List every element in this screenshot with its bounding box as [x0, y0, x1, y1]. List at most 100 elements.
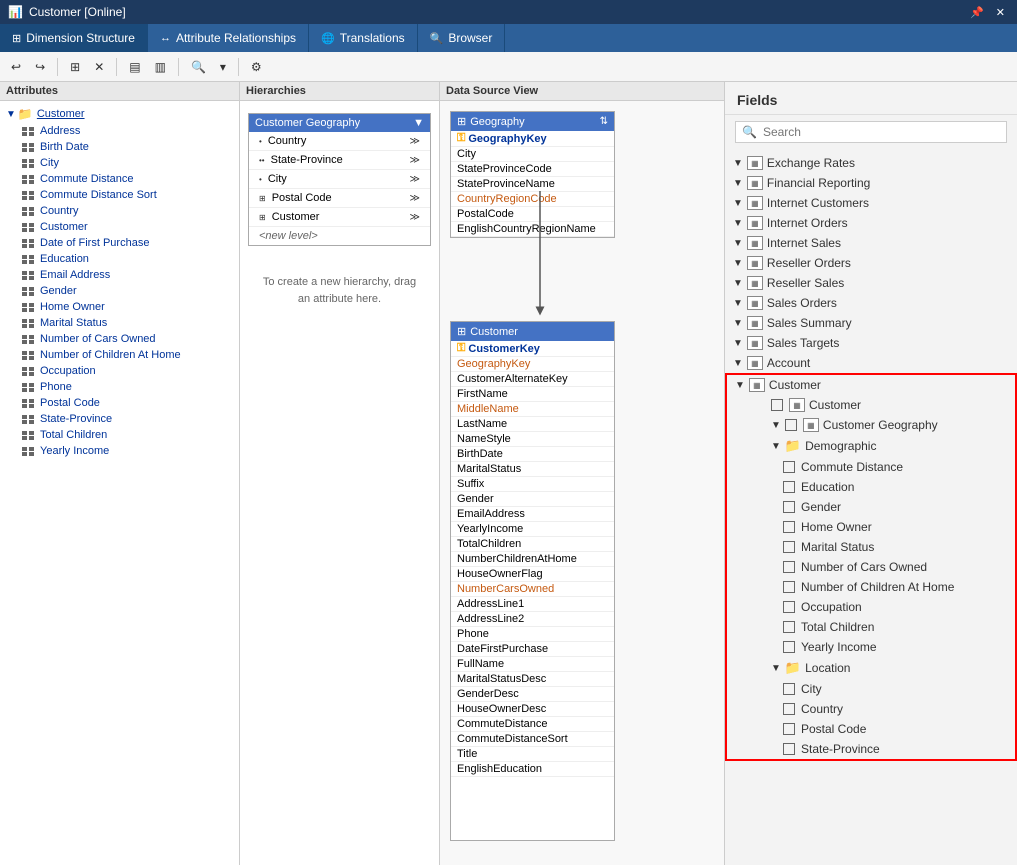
attr-item-phone[interactable]: Phone: [0, 379, 239, 395]
attr-item-marital-status[interactable]: Marital Status: [0, 315, 239, 331]
geography-scroll-icon[interactable]: ⇅: [600, 116, 608, 127]
location-item-city[interactable]: City: [727, 679, 1015, 699]
checkbox-number-children-home[interactable]: [783, 581, 795, 593]
checkbox-number-cars-owned[interactable]: [783, 561, 795, 573]
checkbox-occupation[interactable]: [783, 601, 795, 613]
checkbox-city[interactable]: [783, 683, 795, 695]
checkbox-education[interactable]: [783, 481, 795, 493]
location-item-postal-code[interactable]: Postal Code: [727, 719, 1015, 739]
checkbox-gender[interactable]: [783, 501, 795, 513]
checkbox-yearly-income[interactable]: [783, 641, 795, 653]
sub-item-customer-geography[interactable]: ▼ ▦ Customer Geography: [727, 415, 1015, 435]
demographic-item-yearly-income[interactable]: Yearly Income: [727, 637, 1015, 657]
attr-item-state-province[interactable]: State-Province: [0, 411, 239, 427]
toolbar-btn-x[interactable]: ✕: [89, 57, 109, 77]
attr-item-country[interactable]: Country: [0, 203, 239, 219]
attr-item-yearly-income[interactable]: Yearly Income: [0, 443, 239, 459]
demographic-item-education[interactable]: Education: [727, 477, 1015, 497]
hierarchy-item-state-province[interactable]: ••State-Province ≫: [249, 151, 430, 170]
attr-item-customer[interactable]: Customer: [0, 219, 239, 235]
demographic-item-total-children[interactable]: Total Children: [727, 617, 1015, 637]
field-group-sales-targets[interactable]: ▼ ▦ Sales Targets: [725, 333, 1017, 353]
attr-item-number-children-home[interactable]: Number of Children At Home: [0, 347, 239, 363]
attr-item-total-children[interactable]: Total Children: [0, 427, 239, 443]
expand-arrows-postal[interactable]: ≫: [410, 193, 420, 204]
tab-translations[interactable]: 🌐 Translations: [309, 24, 418, 52]
field-group-customer[interactable]: ▼ ▦ Customer: [727, 375, 1015, 395]
tab-dimension-structure[interactable]: ⊞ Dimension Structure: [0, 24, 148, 52]
location-item-state-province[interactable]: State-Province: [727, 739, 1015, 759]
checkbox-customer[interactable]: [771, 399, 783, 411]
field-group-financial-reporting[interactable]: ▼ ▦ Financial Reporting: [725, 173, 1017, 193]
checkbox-marital-status[interactable]: [783, 541, 795, 553]
search-box[interactable]: 🔍: [735, 121, 1007, 143]
toolbar-btn-settings[interactable]: ⚙: [246, 57, 267, 77]
expand-arrows-country[interactable]: ≫: [410, 136, 420, 147]
pin-button[interactable]: 📌: [966, 6, 988, 19]
close-button[interactable]: ✕: [992, 6, 1009, 19]
checkbox-state-province[interactable]: [783, 743, 795, 755]
demographic-item-gender[interactable]: Gender: [727, 497, 1015, 517]
toolbar-btn-grid[interactable]: ⊞: [65, 57, 85, 77]
field-group-internet-sales[interactable]: ▼ ▦ Internet Sales: [725, 233, 1017, 253]
attr-item-postal-code[interactable]: Postal Code: [0, 395, 239, 411]
expand-arrows-state[interactable]: ≫: [410, 155, 420, 166]
attr-item-date-first-purchase[interactable]: Date of First Purchase: [0, 235, 239, 251]
tab-attribute-relationships[interactable]: ↔ Attribute Relationships: [148, 24, 309, 52]
toolbar-btn-table2[interactable]: ▥: [150, 57, 171, 77]
expand-arrows-city[interactable]: ≫: [410, 174, 420, 185]
search-input[interactable]: [763, 125, 1000, 139]
field-group-account[interactable]: ▼ ▦ Account: [725, 353, 1017, 373]
field-group-reseller-sales[interactable]: ▼ ▦ Reseller Sales: [725, 273, 1017, 293]
checkbox-home-owner[interactable]: [783, 521, 795, 533]
tab-browser[interactable]: 🔍 Browser: [418, 24, 506, 52]
demographic-item-commute-distance[interactable]: Commute Distance: [727, 457, 1015, 477]
field-group-internet-customers[interactable]: ▼ ▦ Internet Customers: [725, 193, 1017, 213]
checkbox-country[interactable]: [783, 703, 795, 715]
hierarchy-item-postal-code[interactable]: ⊞Postal Code ≫: [249, 189, 430, 208]
demographic-item-marital-status[interactable]: Marital Status: [727, 537, 1015, 557]
sub-item-location[interactable]: ▼ 📁 Location: [727, 657, 1015, 679]
attr-item-city[interactable]: City: [0, 155, 239, 171]
attr-root-customer[interactable]: ▼ 📁 Customer: [0, 105, 239, 123]
attr-item-commute-distance-sort[interactable]: Commute Distance Sort: [0, 187, 239, 203]
field-group-internet-orders[interactable]: ▼ ▦ Internet Orders: [725, 213, 1017, 233]
attr-item-occupation[interactable]: Occupation: [0, 363, 239, 379]
attr-item-number-cars-owned[interactable]: Number of Cars Owned: [0, 331, 239, 347]
attr-item-commute-distance[interactable]: Commute Distance: [0, 171, 239, 187]
demographic-item-home-owner[interactable]: Home Owner: [727, 517, 1015, 537]
attr-cube-icon9: [22, 255, 34, 264]
toolbar-btn-1[interactable]: ↩: [6, 57, 26, 77]
hierarchy-item-country[interactable]: •Country ≫: [249, 132, 430, 151]
hierarchy-item-city[interactable]: •City ≫: [249, 170, 430, 189]
hierarchy-item-customer[interactable]: ⊞Customer ≫: [249, 208, 430, 227]
demographic-item-number-cars-owned[interactable]: Number of Cars Owned: [727, 557, 1015, 577]
demographic-item-occupation[interactable]: Occupation: [727, 597, 1015, 617]
attr-item-home-owner[interactable]: Home Owner: [0, 299, 239, 315]
field-group-exchange-rates[interactable]: ▼ ▦ Exchange Rates: [725, 153, 1017, 173]
checkbox-postal-code[interactable]: [783, 723, 795, 735]
checkbox-total-children[interactable]: [783, 621, 795, 633]
attr-item-birthdate[interactable]: Birth Date: [0, 139, 239, 155]
toolbar-btn-2[interactable]: ↪: [30, 57, 50, 77]
hierarchy-new-level[interactable]: <new level>: [249, 227, 430, 245]
toolbar-btn-table[interactable]: ▤: [124, 57, 145, 77]
field-group-sales-orders[interactable]: ▼ ▦ Sales Orders: [725, 293, 1017, 313]
field-group-reseller-orders[interactable]: ▼ ▦ Reseller Orders: [725, 253, 1017, 273]
attr-item-education[interactable]: Education: [0, 251, 239, 267]
attr-item-gender[interactable]: Gender: [0, 283, 239, 299]
location-item-country[interactable]: Country: [727, 699, 1015, 719]
toolbar-btn-zoom[interactable]: 🔍: [186, 57, 211, 77]
sub-item-customer[interactable]: ▦ Customer: [727, 395, 1015, 415]
attr-item-email-address[interactable]: Email Address: [0, 267, 239, 283]
checkbox-customer-geography[interactable]: [785, 419, 797, 431]
toolbar-btn-dropdown[interactable]: ▾: [215, 57, 231, 77]
checkbox-commute-distance[interactable]: [783, 461, 795, 473]
demographic-item-number-children-home[interactable]: Number of Children At Home: [727, 577, 1015, 597]
hierarchy-menu-icon[interactable]: ▼: [413, 117, 424, 129]
sub-item-demographic[interactable]: ▼ 📁 Demographic: [727, 435, 1015, 457]
expand-arrows-customer[interactable]: ≫: [410, 212, 420, 223]
attr-item-address[interactable]: Address: [0, 123, 239, 139]
customer-table[interactable]: ⊞ Customer ⚿ CustomerKey GeographyKey Cu…: [450, 321, 615, 841]
field-group-sales-summary[interactable]: ▼ ▦ Sales Summary: [725, 313, 1017, 333]
